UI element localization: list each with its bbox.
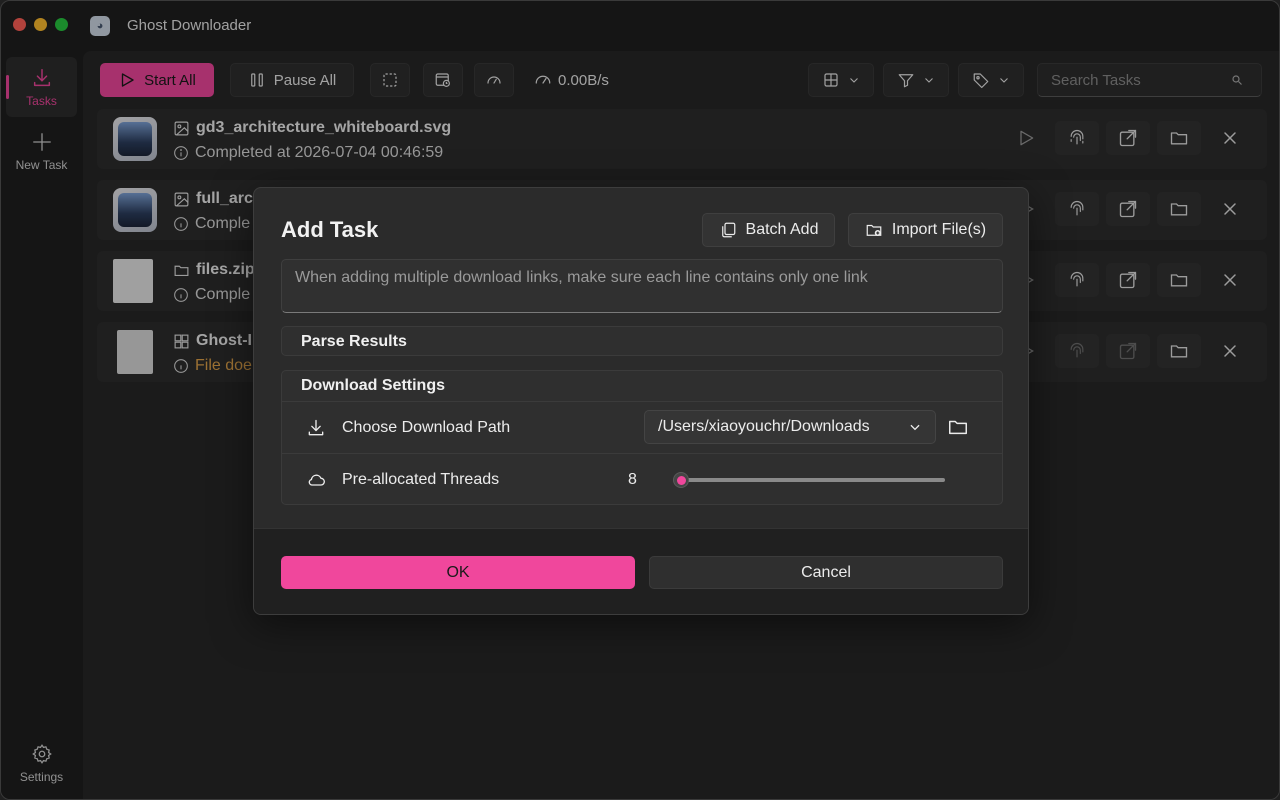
download-settings-section: Download Settings Choose Download Path /…	[281, 370, 1003, 505]
chevron-down-icon	[910, 424, 920, 431]
dialog-title: Add Task	[281, 217, 379, 242]
section-title: Download Settings	[301, 377, 445, 394]
download-icon	[308, 419, 324, 436]
folder-add-icon	[866, 224, 882, 236]
threads-slider[interactable]	[673, 472, 946, 488]
app-window: ◕ Ghost Downloader Tasks New Task Settin…	[0, 0, 1280, 800]
threads-value: 8	[628, 470, 637, 488]
dialog-footer: OK Cancel	[254, 528, 1028, 614]
add-task-dialog: Add Task Batch Add Import File(s) Parse …	[253, 187, 1029, 615]
threads-label: Pre-allocated Threads	[342, 470, 500, 488]
links-field	[281, 259, 1003, 313]
download-links-input[interactable]	[295, 269, 989, 303]
cloud-icon	[308, 474, 325, 486]
import-files-button[interactable]: Import File(s)	[848, 213, 1003, 247]
slider-handle[interactable]	[673, 472, 689, 488]
parse-results-section[interactable]: Parse Results	[281, 326, 1003, 356]
download-path-select[interactable]: /Users/xiaoyouchr/Downloads	[644, 410, 936, 444]
batch-add-button[interactable]: Batch Add	[702, 213, 835, 247]
batch-add-label: Batch Add	[745, 221, 819, 238]
browse-folder-icon[interactable]	[947, 416, 969, 438]
section-title: Parse Results	[301, 333, 407, 350]
import-files-label: Import File(s)	[891, 221, 987, 238]
download-path-value: /Users/xiaoyouchr/Downloads	[658, 418, 870, 435]
copy-icon	[721, 222, 735, 238]
download-path-label: Choose Download Path	[342, 418, 511, 436]
slider-track	[679, 478, 945, 482]
threads-row: Pre-allocated Threads 8	[282, 453, 1002, 505]
ok-button[interactable]: OK	[281, 556, 635, 589]
download-path-row: Choose Download Path /Users/xiaoyouchr/D…	[282, 401, 1002, 453]
cancel-button[interactable]: Cancel	[649, 556, 1003, 589]
